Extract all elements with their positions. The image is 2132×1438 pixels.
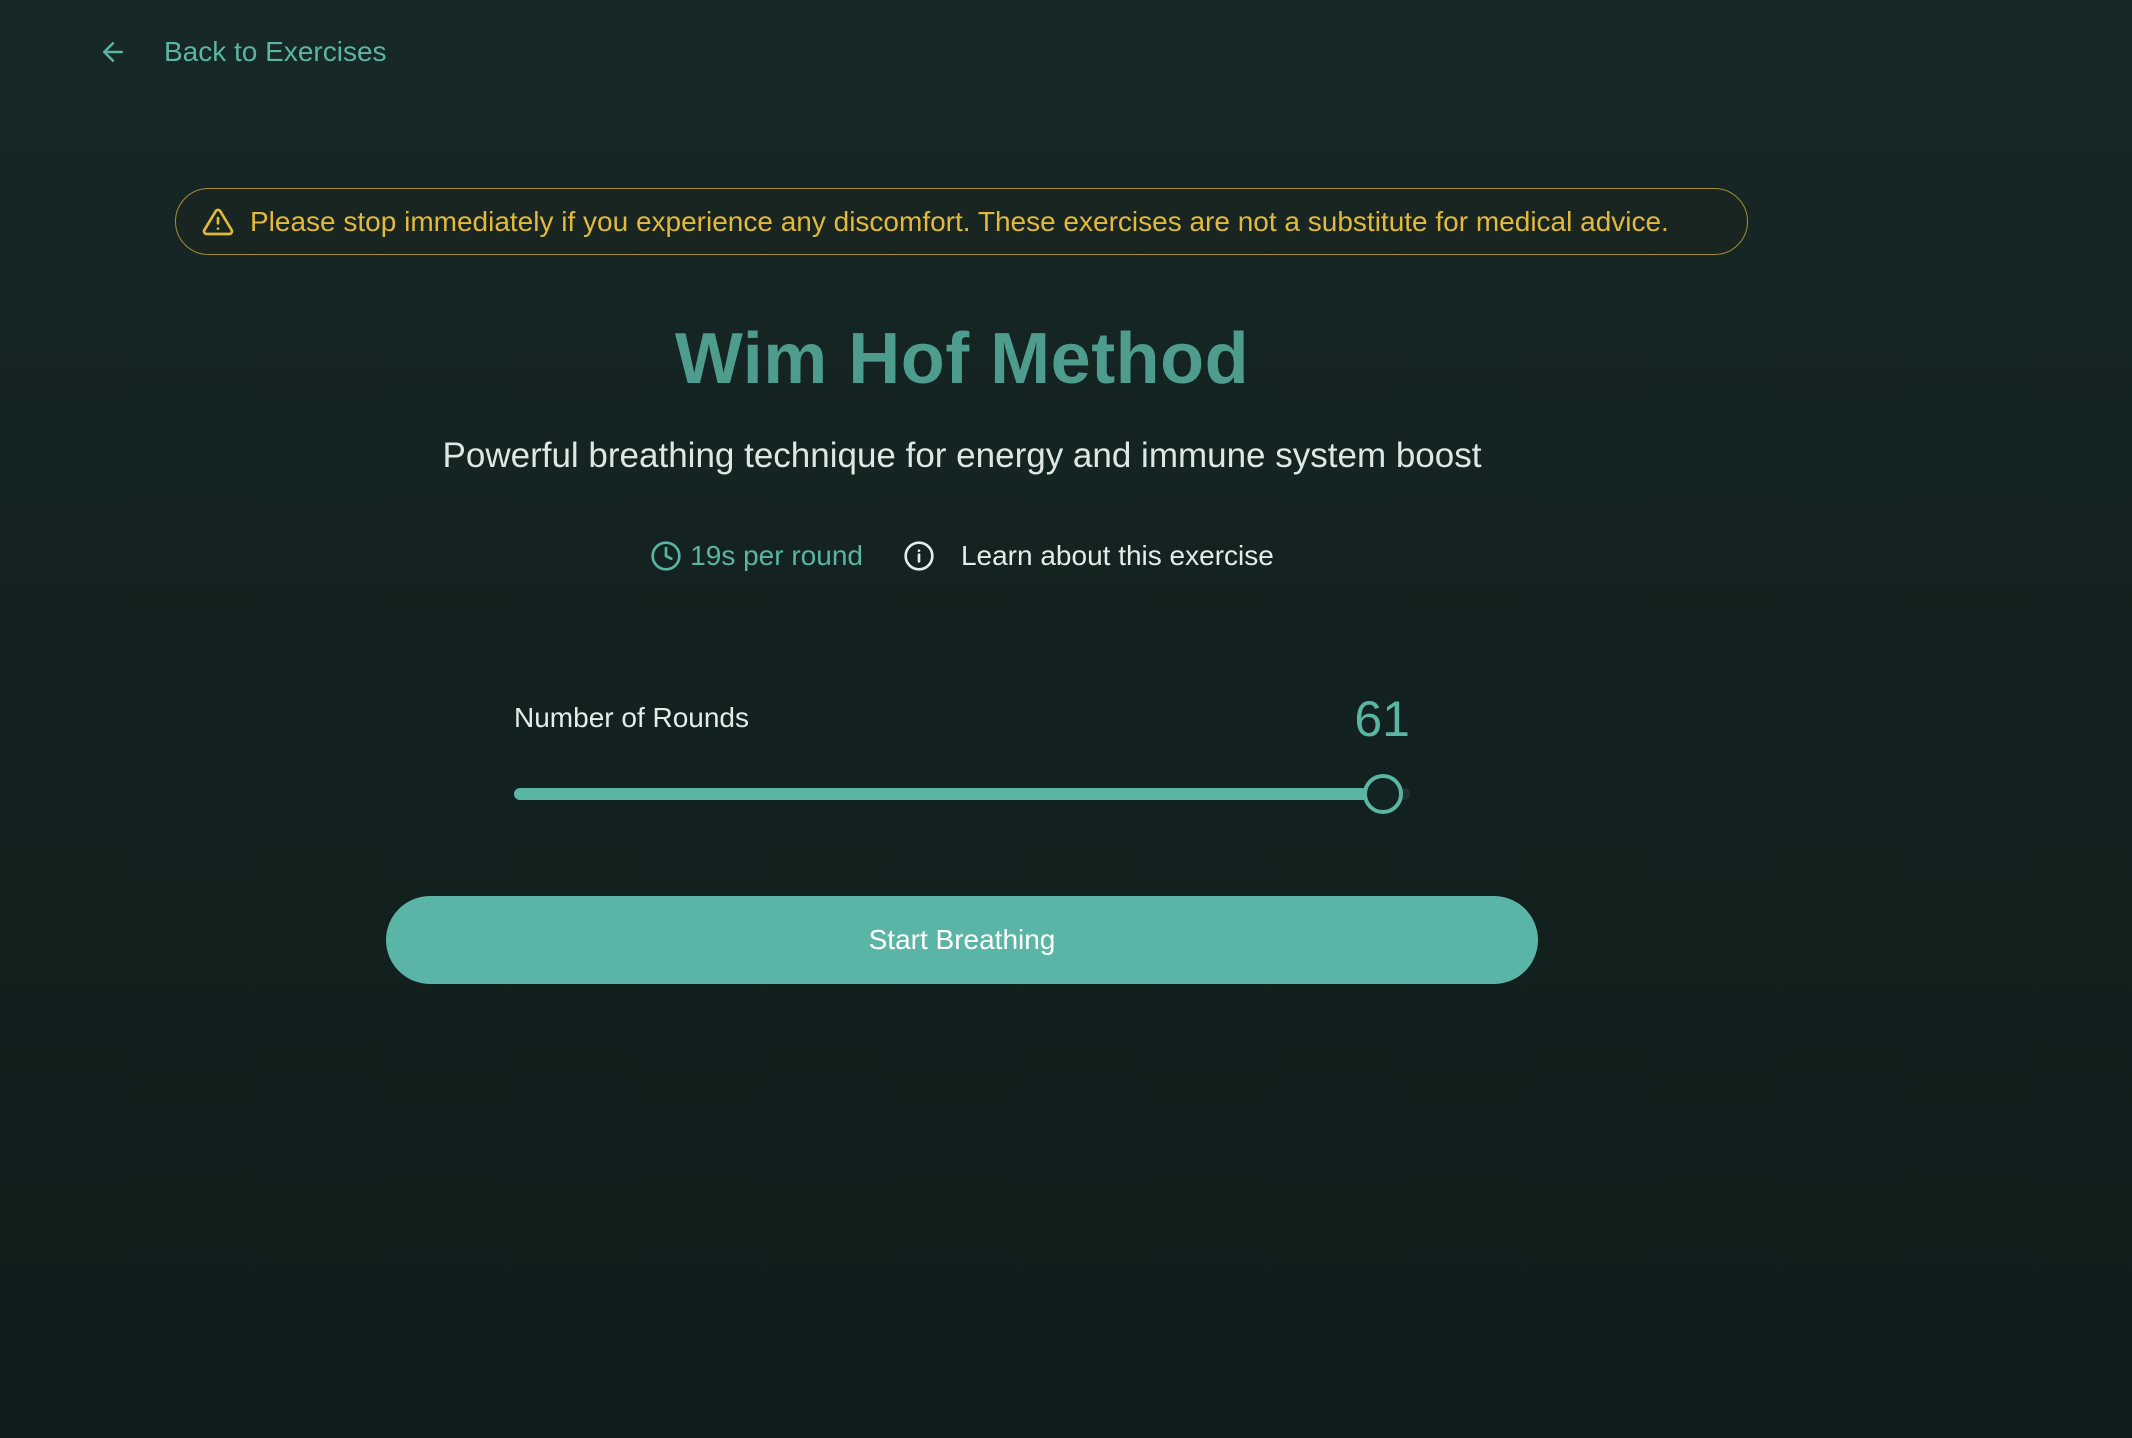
- learn-label: Learn about this exercise: [960, 540, 1274, 571]
- start-breathing-button[interactable]: Start Breathing: [386, 896, 1538, 984]
- slider-thumb[interactable]: [1363, 774, 1403, 814]
- exercise-meta: 19s per round Learn about this exercise: [0, 536, 1924, 576]
- exercise-title: Wim Hof Method: [674, 319, 1250, 399]
- info-icon: [904, 541, 934, 571]
- learn-about-exercise-button[interactable]: Learn about this exercise: [903, 540, 1274, 572]
- rounds-value: 61: [1354, 691, 1410, 747]
- warning-text: Please stop immediately if you experienc…: [250, 205, 1669, 237]
- back-to-exercises-link[interactable]: Back to Exercises: [98, 30, 387, 74]
- rounds-label: Number of Rounds: [514, 702, 750, 733]
- clock-icon: [651, 541, 681, 571]
- slider-fill: [514, 788, 1383, 800]
- exercise-description: Powerful breathing technique for energy …: [442, 436, 1482, 475]
- safety-warning-banner: Please stop immediately if you experienc…: [175, 188, 1748, 255]
- rounds-slider[interactable]: [514, 774, 1410, 814]
- duration-text: 19s per round: [690, 540, 863, 571]
- back-link-label: Back to Exercises: [164, 36, 387, 67]
- warning-triangle-icon: [202, 208, 234, 235]
- duration-info: 19s per round: [650, 540, 863, 572]
- arrow-left-icon: [103, 42, 123, 62]
